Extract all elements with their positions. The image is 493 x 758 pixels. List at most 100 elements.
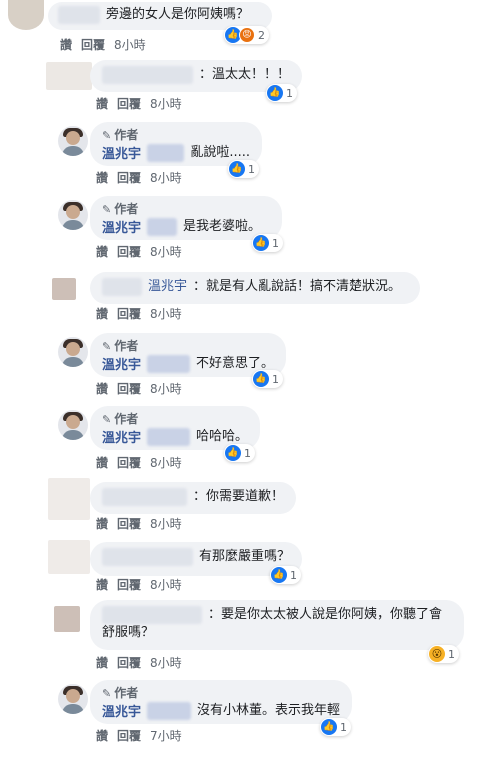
reply-link[interactable]: 回覆 xyxy=(117,169,141,186)
reply-link[interactable]: 回覆 xyxy=(81,36,105,53)
reaction-summary[interactable]: 👍 1 xyxy=(270,566,301,584)
reaction-summary[interactable]: 👍 1 xyxy=(224,444,255,462)
comment-text: 亂說啦..... xyxy=(190,144,250,160)
wow-icon: 😮 xyxy=(429,646,445,662)
comment-text: ：溫太太！！！ xyxy=(198,67,290,82)
comment-actions: 讚 回覆 8小時 xyxy=(96,576,182,593)
like-icon: 👍 xyxy=(271,567,287,583)
commenter-name[interactable]: 溫兆宇 xyxy=(102,354,141,373)
comment-actions: 讚 回覆 8小時 xyxy=(96,169,182,186)
like-link[interactable]: 讚 xyxy=(96,95,108,112)
like-link[interactable]: 讚 xyxy=(96,305,108,322)
comment-text: ：就是有人亂說話！搞不清楚狀況。 xyxy=(193,279,402,294)
commenter-name-blurred[interactable] xyxy=(102,278,142,296)
commenter-name-blurred[interactable] xyxy=(102,606,202,624)
reaction-summary[interactable]: 👍 1 xyxy=(252,370,283,388)
like-link[interactable]: 讚 xyxy=(96,169,108,186)
timestamp[interactable]: 8小時 xyxy=(150,380,182,397)
pencil-icon: ✎ xyxy=(102,340,112,353)
like-link[interactable]: 讚 xyxy=(96,243,108,260)
comment-text: ：你需要道歉！ xyxy=(192,489,284,504)
timestamp[interactable]: 8小時 xyxy=(150,654,182,671)
timestamp[interactable]: 7小時 xyxy=(150,727,182,744)
avatar[interactable] xyxy=(48,540,90,574)
reply-link[interactable]: 回覆 xyxy=(117,454,141,471)
timestamp[interactable]: 8小時 xyxy=(150,169,182,186)
avatar[interactable] xyxy=(48,478,90,520)
reply-link[interactable]: 回覆 xyxy=(117,380,141,397)
comment-bubble: ✎ 作者 溫兆宇 是我老婆啦。 xyxy=(90,196,282,240)
author-avatar[interactable] xyxy=(58,200,88,230)
commenter-name[interactable]: 溫兆宇 xyxy=(102,427,141,446)
timestamp[interactable]: 8小時 xyxy=(150,305,182,322)
commenter-name[interactable]: 溫兆宇 xyxy=(102,143,141,162)
timestamp[interactable]: 8小時 xyxy=(150,515,182,532)
reaction-count: 1 xyxy=(244,446,251,460)
reply-link[interactable]: 回覆 xyxy=(117,95,141,112)
commenter-name-blurred xyxy=(147,217,178,236)
like-link[interactable]: 讚 xyxy=(96,654,108,671)
like-link[interactable]: 讚 xyxy=(96,515,108,532)
reaction-summary[interactable]: 👍 1 xyxy=(266,84,297,102)
commenter-name-blurred[interactable] xyxy=(102,548,193,566)
timestamp[interactable]: 8小時 xyxy=(150,243,182,260)
avatar[interactable] xyxy=(46,62,92,90)
timestamp[interactable]: 8小時 xyxy=(150,95,182,112)
reply-link[interactable]: 回覆 xyxy=(117,243,141,260)
comment-text: ：要是你太太被人說是你阿姨，你聽了會 xyxy=(208,607,443,622)
avatar[interactable] xyxy=(52,278,76,300)
commenter-name-blurred[interactable] xyxy=(58,6,100,24)
reply-link[interactable]: 回覆 xyxy=(117,654,141,671)
comment-bubble: ✎ 作者 溫兆宇 沒有小林董。表示我年輕 xyxy=(90,680,352,724)
reaction-summary[interactable]: 👍 😡 2 xyxy=(224,26,269,44)
like-link[interactable]: 讚 xyxy=(60,36,72,53)
reply-link[interactable]: 回覆 xyxy=(117,576,141,593)
author-avatar[interactable] xyxy=(58,684,88,714)
reply-link[interactable]: 回覆 xyxy=(117,727,141,744)
like-icon: 👍 xyxy=(321,719,337,735)
mention-tag[interactable]: 溫兆宇 xyxy=(148,278,187,296)
comment-actions: 讚 回覆 8小時 xyxy=(96,454,182,471)
avatar[interactable] xyxy=(54,606,80,632)
reaction-count: 1 xyxy=(340,720,347,734)
comment-actions: 讚 回覆 8小時 xyxy=(60,36,146,53)
like-link[interactable]: 讚 xyxy=(96,727,108,744)
author-avatar[interactable] xyxy=(58,337,88,367)
comment-actions: 讚 回覆 8小時 xyxy=(96,243,182,260)
timestamp[interactable]: 8小時 xyxy=(114,36,146,53)
timestamp[interactable]: 8小時 xyxy=(150,454,182,471)
reaction-count: 1 xyxy=(248,162,255,176)
reaction-summary[interactable]: 👍 1 xyxy=(252,234,283,252)
reaction-count: 2 xyxy=(258,28,265,42)
commenter-name-blurred[interactable] xyxy=(102,66,193,84)
comment-actions: 讚 回覆 7小時 xyxy=(96,727,182,744)
like-icon: 👍 xyxy=(253,371,269,387)
reply-link[interactable]: 回覆 xyxy=(117,515,141,532)
commenter-name-blurred[interactable] xyxy=(102,488,187,506)
author-avatar[interactable] xyxy=(58,410,88,440)
like-icon: 👍 xyxy=(253,235,269,251)
reaction-summary[interactable]: 👍 1 xyxy=(228,160,259,178)
reaction-summary[interactable]: 😮 1 xyxy=(428,645,459,663)
comment-bubble: 溫兆宇 ：就是有人亂說話！搞不清楚狀況。 xyxy=(90,272,420,304)
timestamp[interactable]: 8小時 xyxy=(150,576,182,593)
author-badge: ✎ 作者 xyxy=(102,128,139,142)
comment-actions: 讚 回覆 8小時 xyxy=(96,515,182,532)
comment-text: 是我老婆啦。 xyxy=(183,218,262,234)
reply-link[interactable]: 回覆 xyxy=(117,305,141,322)
author-avatar[interactable] xyxy=(58,126,88,156)
reaction-summary[interactable]: 👍 1 xyxy=(320,718,351,736)
reaction-count: 1 xyxy=(448,647,455,661)
commenter-name-blurred xyxy=(147,143,185,162)
author-badge: ✎ 作者 xyxy=(102,339,139,353)
reaction-count: 1 xyxy=(272,372,279,386)
like-link[interactable]: 讚 xyxy=(96,576,108,593)
like-link[interactable]: 讚 xyxy=(96,380,108,397)
author-badge: ✎ 作者 xyxy=(102,412,139,426)
avatar[interactable] xyxy=(8,0,44,30)
pencil-icon: ✎ xyxy=(102,203,112,216)
commenter-name[interactable]: 溫兆宇 xyxy=(102,701,141,720)
comment-actions: 讚 回覆 8小時 xyxy=(96,305,182,322)
commenter-name[interactable]: 溫兆宇 xyxy=(102,217,141,236)
like-link[interactable]: 讚 xyxy=(96,454,108,471)
